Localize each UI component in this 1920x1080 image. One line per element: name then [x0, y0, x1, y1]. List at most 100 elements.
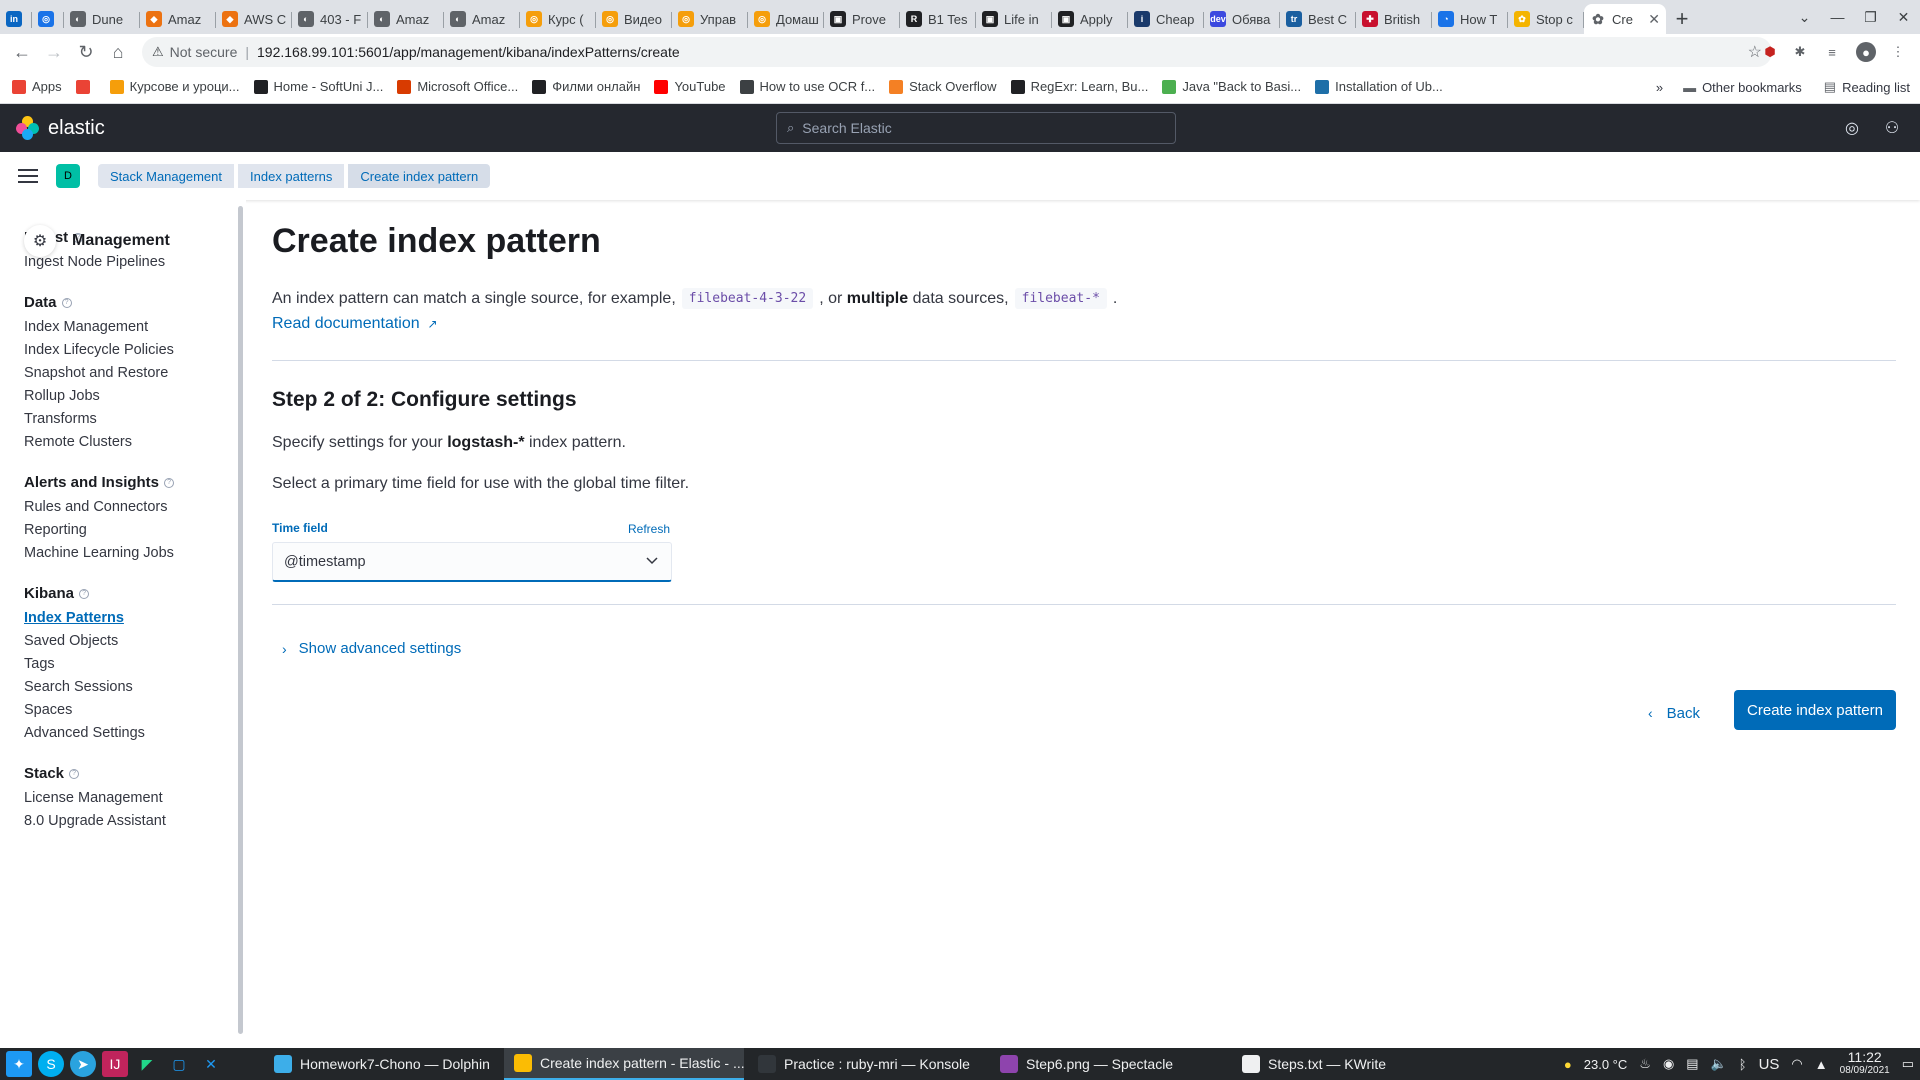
taskbar-task[interactable]: Practice : ruby-mri — Konsole	[748, 1048, 984, 1080]
create-index-pattern-button[interactable]: Create index pattern	[1734, 690, 1896, 730]
bluetooth-icon[interactable]: ᛒ	[1739, 1057, 1747, 1072]
taskbar-task[interactable]: Steps.txt — KWrite	[1232, 1048, 1462, 1080]
browser-tab[interactable]: ◎ Курс (	[520, 4, 596, 34]
browser-tab[interactable]: ◎	[32, 4, 64, 34]
sidebar-item-rollup-jobs[interactable]: Rollup Jobs	[24, 388, 100, 404]
profile-avatar-icon[interactable]: ●	[1856, 42, 1876, 62]
sidebar-item-tags[interactable]: Tags	[24, 656, 55, 672]
browser-tab[interactable]: ✚ British	[1356, 4, 1432, 34]
sidebar-item-advanced-settings[interactable]: Advanced Settings	[24, 725, 145, 741]
taskbar-task[interactable]: Step6.png — Spectacle	[990, 1048, 1226, 1080]
pycharm-icon[interactable]: ◤	[134, 1051, 160, 1077]
menu-hamburger-icon[interactable]	[18, 169, 38, 183]
sidebar-item-index-patterns[interactable]: Index Patterns	[24, 610, 124, 626]
notifications-icon[interactable]: ♨	[1639, 1056, 1651, 1072]
media-icon[interactable]: ◉	[1663, 1056, 1674, 1072]
media-control-icon[interactable]: ≡	[1822, 42, 1842, 62]
close-tab-icon[interactable]: ✕	[1648, 11, 1660, 28]
elastic-logo[interactable]: elastic	[16, 116, 105, 140]
sidebar-item-spaces[interactable]: Spaces	[24, 702, 72, 718]
breadcrumb-index-patterns[interactable]: Index patterns	[238, 164, 345, 188]
sidebar-item-remote-clusters[interactable]: Remote Clusters	[24, 434, 132, 450]
forward-arrow-icon[interactable]: →	[38, 36, 70, 68]
bookmark-item[interactable]: Филми онлайн	[532, 79, 640, 94]
help-menu-icon[interactable]: ◎	[1842, 118, 1862, 138]
bookmark-item[interactable]: Apps	[12, 79, 62, 94]
refresh-fields-link[interactable]: Refresh	[628, 522, 670, 536]
browser-tab[interactable]: i Cheap	[1128, 4, 1204, 34]
back-arrow-icon[interactable]: ←	[6, 36, 38, 68]
sidebar-item-license-management[interactable]: License Management	[24, 790, 163, 806]
back-button[interactable]: ‹ Back	[1648, 697, 1700, 729]
bookmark-item[interactable]: Stack Overflow	[889, 79, 997, 94]
bookmark-item[interactable]: Курсове и уроци...	[109, 79, 240, 94]
bookmark-item[interactable]: Microsoft Office...	[397, 79, 518, 94]
browser-tab[interactable]: ◐ Amaz	[368, 4, 444, 34]
other-bookmarks[interactable]: Other bookmarks	[1702, 80, 1802, 95]
clock[interactable]: 11:22 08/09/2021	[1840, 1050, 1890, 1077]
telegram-icon[interactable]: ➤	[70, 1051, 96, 1077]
taskbar-task[interactable]: Create index pattern - Elastic - ...	[504, 1048, 744, 1080]
sidebar-item-snapshot-and-restore[interactable]: Snapshot and Restore	[24, 365, 168, 381]
browser-tab[interactable]: ▣ Apply	[1052, 4, 1128, 34]
reload-icon[interactable]: ↻	[70, 36, 102, 68]
bookmark-item[interactable]: Java "Back to Basi...	[1162, 79, 1301, 94]
minimize-icon[interactable]: —	[1821, 9, 1854, 25]
reading-list[interactable]: Reading list	[1842, 80, 1910, 95]
vscode-icon[interactable]: ✕	[198, 1051, 224, 1077]
time-field-select[interactable]: @timestamp	[272, 542, 672, 582]
extensions-puzzle-icon[interactable]: ✱	[1790, 42, 1810, 62]
browser-tab[interactable]: ◆ Amaz	[140, 4, 216, 34]
tab-search-icon[interactable]: ⌄	[1788, 9, 1821, 26]
url-text[interactable]: 192.168.99.101:5601/app/management/kiban…	[257, 44, 680, 60]
browser-tab[interactable]: ▣ Prove	[824, 4, 900, 34]
intellij-icon[interactable]: IJ	[102, 1051, 128, 1077]
tray-expand-icon[interactable]: ▲	[1815, 1057, 1828, 1072]
app-launcher-icon[interactable]: ✦	[6, 1051, 32, 1077]
browser-tab[interactable]: dev Обява	[1204, 4, 1280, 34]
wifi-icon[interactable]: ◠	[1791, 1056, 1802, 1072]
sidebar-item-search-sessions[interactable]: Search Sessions	[24, 679, 133, 695]
sidebar-item-transforms[interactable]: Transforms	[24, 411, 97, 427]
browser-menu-icon[interactable]: ⋮	[1888, 42, 1908, 62]
info-icon[interactable]: ?	[79, 588, 90, 599]
sidebar-item-8-0-upgrade-assistant[interactable]: 8.0 Upgrade Assistant	[24, 813, 166, 829]
info-icon[interactable]: ?	[61, 297, 72, 308]
bookmark-item[interactable]	[75, 79, 96, 94]
read-documentation-link[interactable]: Read documentation ↗	[272, 315, 438, 333]
browser-tab[interactable]: ◐ 403 - F	[292, 4, 368, 34]
browser-tab[interactable]: ◆ AWS C	[216, 4, 292, 34]
bookmarks-overflow-icon[interactable]: »	[1656, 80, 1663, 95]
browser-tab[interactable]: ▣ Life in	[976, 4, 1052, 34]
browser-tab[interactable]: tr Best C	[1280, 4, 1356, 34]
show-advanced-settings-toggle[interactable]: › Show advanced settings	[282, 640, 461, 657]
volume-icon[interactable]: 🔈	[1711, 1056, 1727, 1072]
home-icon[interactable]: ⌂	[102, 36, 134, 68]
skype-icon[interactable]: S	[38, 1051, 64, 1077]
sidebar-item-rules-and-connectors[interactable]: Rules and Connectors	[24, 499, 167, 515]
keyboard-layout[interactable]: US	[1759, 1056, 1780, 1073]
browser-tab[interactable]: ◔ How T	[1432, 4, 1508, 34]
clipboard-icon[interactable]: ▤	[1686, 1056, 1698, 1072]
weather-sun-icon[interactable]: ●	[1564, 1057, 1572, 1072]
browser-tab[interactable]: ✿ Stop c	[1508, 4, 1584, 34]
sidebar-item-index-lifecycle-policies[interactable]: Index Lifecycle Policies	[24, 342, 174, 358]
sidebar-item-saved-objects[interactable]: Saved Objects	[24, 633, 118, 649]
info-icon[interactable]: ?	[164, 477, 175, 488]
sidebar-item-index-management[interactable]: Index Management	[24, 319, 148, 335]
user-menu-icon[interactable]: ⚇	[1882, 118, 1902, 138]
address-bar[interactable]: ⚠ Not secure | 192.168.99.101:5601/app/m…	[142, 37, 1772, 67]
browser-tab[interactable]: ◎ Управ	[672, 4, 748, 34]
sidebar-item-machine-learning-jobs[interactable]: Machine Learning Jobs	[24, 545, 174, 561]
browser-tab[interactable]: ◎ Видео	[596, 4, 672, 34]
breadcrumb-stack-management[interactable]: Stack Management	[98, 164, 235, 188]
space-avatar[interactable]: D	[56, 164, 80, 188]
browser-tab-active[interactable]: ✿ Cre ✕	[1584, 4, 1666, 34]
info-icon[interactable]: ?	[69, 768, 80, 779]
bookmark-item[interactable]: RegExr: Learn, Bu...	[1010, 79, 1148, 94]
ublock-extension-icon[interactable]: ⬢	[1760, 42, 1780, 62]
browser-tab[interactable]: R B1 Tes	[900, 4, 976, 34]
visual-studio-icon[interactable]: ▢	[166, 1051, 192, 1077]
sidenav-scrollbar[interactable]	[238, 206, 243, 1034]
taskbar-task[interactable]: Homework7-Chono — Dolphin	[264, 1048, 500, 1080]
